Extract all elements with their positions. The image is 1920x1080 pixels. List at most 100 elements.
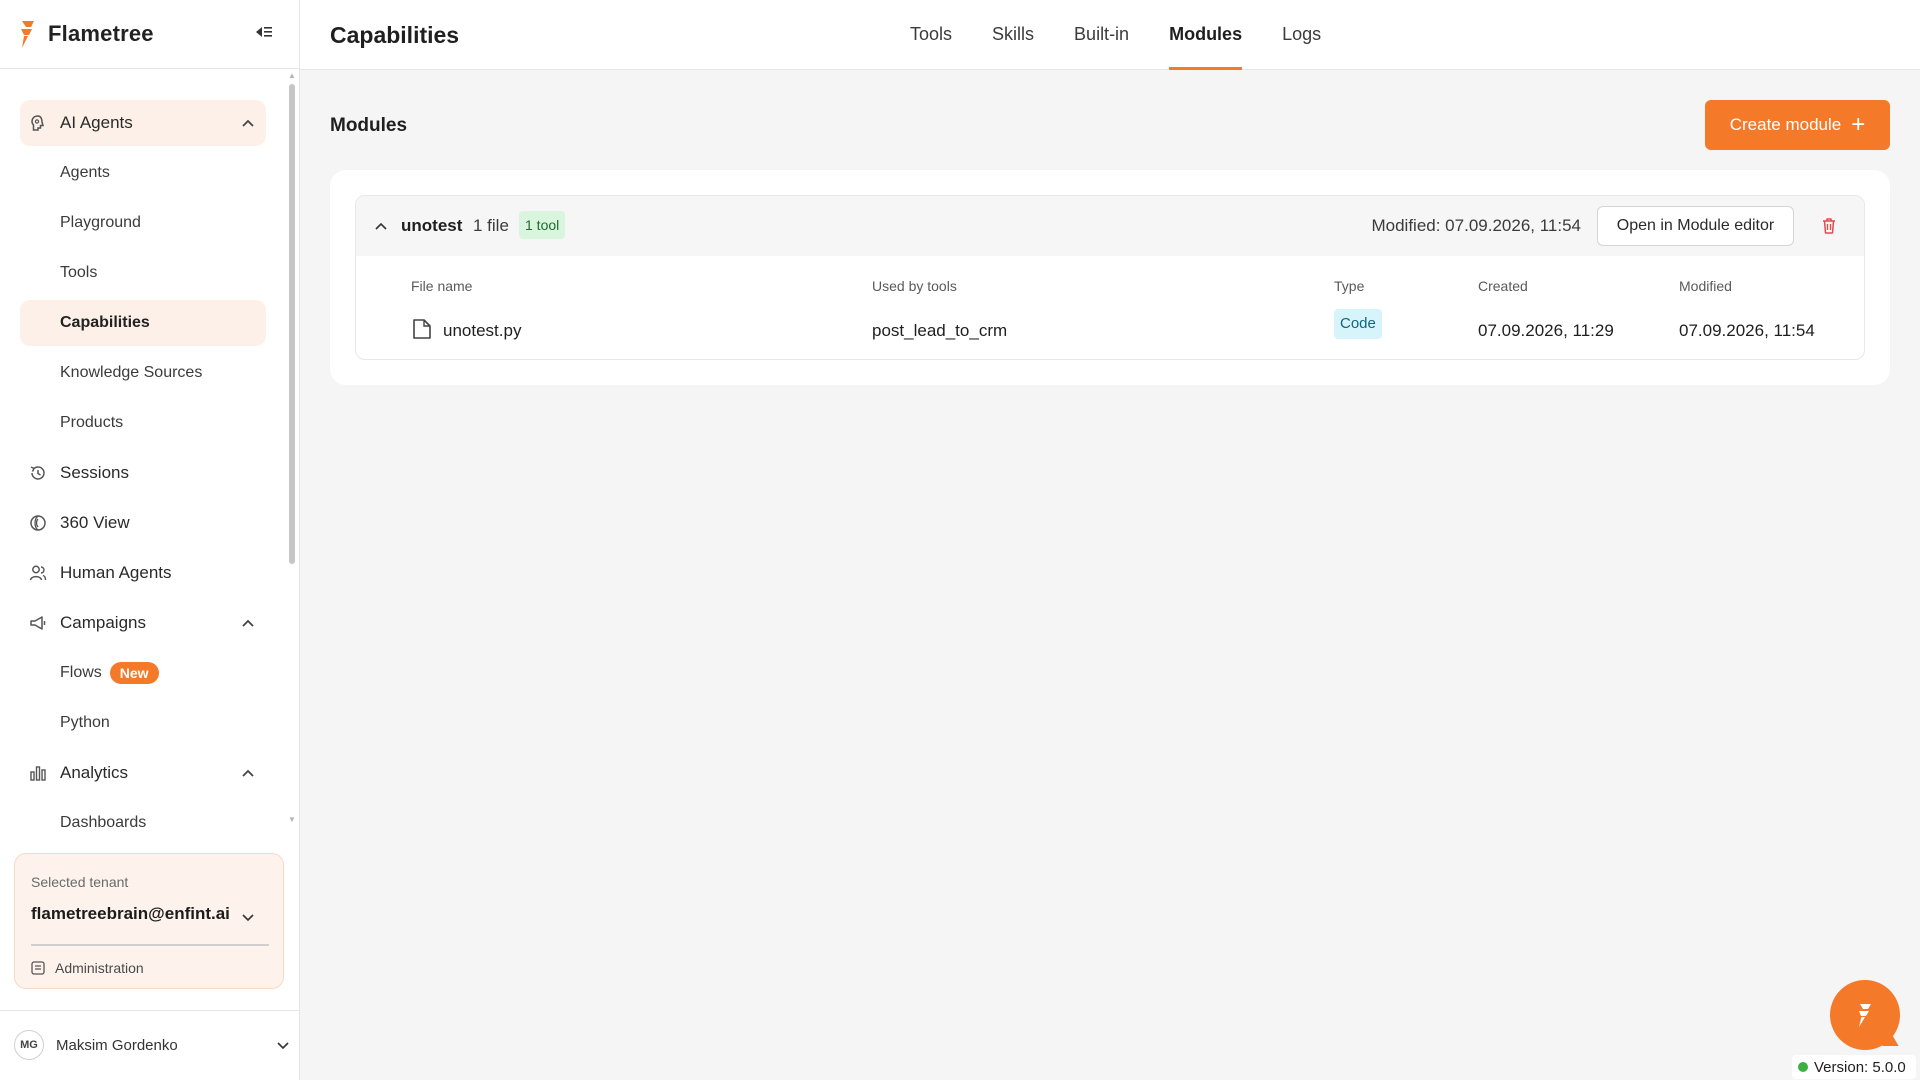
brain-icon [31, 115, 44, 131]
sidebar-item-label: Python [60, 714, 110, 731]
create-module-button[interactable]: Create module + [1705, 100, 1890, 150]
tab-logs[interactable]: Logs [1262, 0, 1341, 70]
tab-built-in[interactable]: Built-in [1054, 0, 1149, 70]
page-title: Capabilities [330, 22, 460, 48]
open-module-editor-button[interactable]: Open in Module editor [1597, 206, 1794, 246]
sidebar-item-label: Products [60, 414, 124, 431]
brand[interactable]: Flametree [18, 18, 154, 50]
sidebar-item-360-view[interactable]: 360 View [20, 500, 266, 546]
sidebar-item-label: Flows [60, 664, 102, 681]
tab-modules[interactable]: Modules [1149, 0, 1262, 70]
column-header-modified[interactable]: Modified [1679, 278, 1732, 294]
user-menu[interactable]: MG Maksim Gordenko [14, 1030, 290, 1060]
trash-icon[interactable] [1820, 216, 1838, 236]
chevron-up-icon[interactable] [374, 219, 388, 233]
sidebar-item-human-agents[interactable]: Human Agents [20, 550, 266, 596]
sidebar-item-label: Agents [60, 164, 110, 181]
people-icon [29, 565, 47, 581]
sidebar-item-python[interactable]: Python [20, 700, 266, 746]
column-header-type[interactable]: Type [1334, 278, 1364, 294]
sidebar-toggle-icon [256, 27, 272, 37]
sidebar-item-label: Dashboards [60, 814, 147, 831]
sidebar-item-tools[interactable]: Tools [20, 250, 266, 296]
administration-link[interactable]: Administration [31, 958, 144, 978]
tenant-selector[interactable]: Selected tenant flametreebrain@enfint.ai… [14, 853, 284, 989]
tenant-divider [31, 944, 269, 946]
chevron-up-icon[interactable] [240, 115, 256, 131]
sidebar-item-label: Capabilities [60, 314, 150, 331]
sidebar-item-label: Campaigns [60, 613, 146, 632]
sidebar-item-knowledge-sources[interactable]: Knowledge Sources [20, 350, 266, 396]
sidebar-item-label: Tools [60, 264, 98, 281]
status-dot-icon [1798, 1062, 1808, 1072]
sidebar-item-flows[interactable]: Flows New [20, 650, 266, 696]
sidebar-item-campaigns[interactable]: Campaigns [20, 600, 266, 646]
spiral-icon [30, 515, 46, 531]
sidebar-item-agents[interactable]: Agents [20, 150, 266, 196]
column-header-used-by-tools[interactable]: Used by tools [872, 278, 957, 294]
bar-chart-icon [30, 766, 46, 781]
tenant-label: Selected tenant [31, 874, 129, 890]
sidebar-item-label: Playground [60, 214, 141, 231]
flametree-logo-icon [1859, 1004, 1871, 1027]
user-divider [0, 1010, 299, 1011]
file-icon [413, 319, 431, 339]
megaphone-icon [30, 616, 46, 630]
avatar: MG [14, 1030, 44, 1060]
sidebar-item-playground[interactable]: Playground [20, 200, 266, 246]
tab-tools[interactable]: Tools [890, 0, 972, 70]
sidebar-item-products[interactable]: Products [20, 400, 266, 446]
sidebar-item-analytics[interactable]: Analytics [20, 750, 266, 796]
sidebar-item-capabilities[interactable]: Capabilities [20, 300, 266, 346]
sidebar: Flametree ▲ ▼ AI Agents Agents Playgroun… [0, 0, 300, 1080]
sidebar-scrollbar[interactable] [289, 84, 295, 564]
sidebar-item-dashboards[interactable]: Dashboards [20, 800, 266, 846]
tenant-value[interactable]: flametreebrain@enfint.ai [31, 904, 230, 924]
chevron-down-icon[interactable] [241, 910, 255, 924]
flametree-logo-icon [21, 21, 34, 48]
sidebar-item-label: AI Agents [60, 113, 133, 132]
collapse-sidebar-button[interactable] [252, 22, 276, 42]
sidebar-item-label: 360 View [60, 513, 130, 532]
used-by-tool-link[interactable]: post_lead_to_crm [872, 321, 1007, 341]
module-panel: unotest 1 file 1 tool Modified: 07.09.20… [355, 195, 1865, 360]
modules-card: unotest 1 file 1 tool Modified: 07.09.20… [330, 170, 1890, 385]
sidebar-item-label: Sessions [60, 463, 129, 482]
tab-skills[interactable]: Skills [972, 0, 1054, 70]
version-text: Version: 5.0.0 [1814, 1058, 1906, 1076]
brand-name: Flametree [48, 21, 154, 46]
sidebar-item-ai-agents[interactable]: AI Agents [20, 100, 266, 146]
sidebar-item-label: Human Agents [60, 563, 172, 582]
chevron-down-icon[interactable] [276, 1038, 290, 1052]
administration-label: Administration [55, 960, 144, 976]
chevron-up-icon[interactable] [240, 615, 256, 631]
scroll-up-arrow[interactable]: ▲ [288, 72, 296, 80]
column-header-file-name[interactable]: File name [411, 278, 472, 294]
module-modified: Modified: 07.09.2026, 11:54 [1371, 216, 1581, 235]
file-name-link[interactable]: unotest.py [443, 321, 521, 341]
assistant-chat-button[interactable] [1830, 980, 1900, 1050]
type-badge: Code [1334, 309, 1382, 339]
sidebar-divider [0, 68, 299, 69]
tab-bar: Tools Skills Built-in Modules Logs [890, 0, 1341, 70]
sidebar-nav: AI Agents Agents Playground Tools Capabi… [20, 100, 266, 850]
column-header-created[interactable]: Created [1478, 278, 1528, 294]
top-header: Capabilities Tools Skills Built-in Modul… [300, 0, 1920, 70]
modified-value: 07.09.2026, 11:54 [1679, 321, 1815, 340]
module-files-count: 1 file [473, 216, 509, 235]
module-header[interactable]: unotest 1 file 1 tool Modified: 07.09.20… [356, 196, 1864, 256]
create-module-label: Create module [1729, 115, 1842, 134]
scroll-down-arrow[interactable]: ▼ [288, 816, 296, 824]
sidebar-item-sessions[interactable]: Sessions [20, 450, 266, 496]
version-indicator: Version: 5.0.0 [1792, 1055, 1916, 1079]
admin-icon [31, 961, 45, 975]
section-title: Modules [330, 115, 408, 136]
new-badge: New [109, 662, 159, 684]
plus-icon: + [1851, 111, 1866, 138]
chevron-up-icon[interactable] [240, 765, 256, 781]
sidebar-item-label: Analytics [60, 763, 129, 782]
history-icon [30, 466, 45, 480]
sidebar-item-label: Knowledge Sources [60, 364, 203, 381]
created-value: 07.09.2026, 11:29 [1478, 321, 1614, 340]
module-tools-badge: 1 tool [519, 211, 566, 239]
